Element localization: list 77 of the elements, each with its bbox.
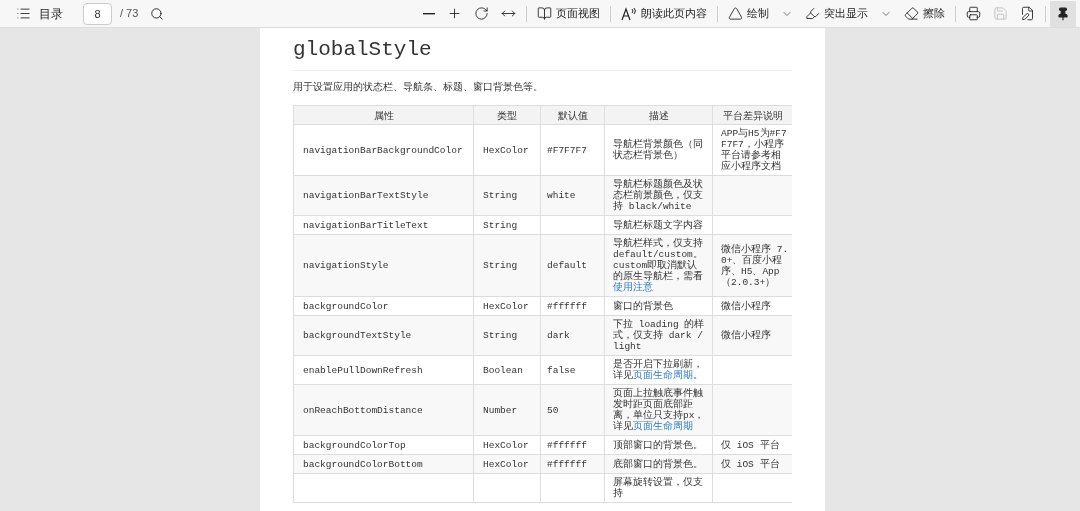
highlighter-icon	[805, 6, 820, 21]
draw-button[interactable]: 绘制	[722, 1, 799, 26]
zoom-out-icon	[423, 12, 435, 15]
table-cell: #ffffff	[540, 435, 605, 455]
table-cell: String	[473, 215, 541, 235]
intro-text: 用于设置应用的状态栏、导航条、标题、窗口背景色等。	[293, 81, 544, 93]
table-cell: navigationBarTextStyle	[293, 175, 474, 216]
table-cell: navigationStyle	[293, 234, 474, 297]
table-cell: HexColor	[473, 454, 541, 474]
pin-icon	[1056, 6, 1070, 21]
rotate-icon	[474, 6, 489, 21]
table-cell: dark	[540, 315, 605, 356]
column-header: 类型	[473, 105, 541, 125]
table-cell: String	[473, 234, 541, 297]
page-number-field[interactable]: 8	[83, 2, 112, 25]
table-cell: backgroundTextStyle	[293, 315, 474, 356]
column-header: 平台差异说明	[712, 105, 792, 125]
table-cell: HexColor	[473, 296, 541, 316]
triangle-pen-icon	[728, 6, 743, 21]
table-cell: 窗口的背景色	[604, 296, 713, 316]
table-cell: default	[540, 234, 605, 297]
highlight-button[interactable]: 突出显示	[799, 1, 898, 26]
print-icon	[966, 6, 981, 21]
link[interactable]: 页面生命周期	[633, 370, 693, 381]
table-cell	[540, 473, 605, 503]
table-cell: backgroundColorTop	[293, 435, 474, 455]
table-cell: String	[473, 175, 541, 216]
table-cell: 导航栏标题颜色及状态栏前景颜色，仅支持 black/white	[604, 175, 713, 216]
read-aloud-button[interactable]: 朗读此页内容	[615, 1, 713, 26]
table-cell: 底部窗口的背景色。	[604, 454, 713, 474]
erase-button[interactable]: 擦除	[898, 1, 951, 26]
save-icon	[993, 6, 1008, 21]
table-cell: HexColor	[473, 435, 541, 455]
book-icon	[537, 6, 552, 21]
table-cell: APP与H5为#F7F7F7，小程序平台请参考相应小程序文档	[712, 124, 792, 176]
pin-button[interactable]	[1050, 0, 1076, 27]
column-header: 属性	[293, 105, 474, 125]
table-cell: onReachBottomDistance	[293, 384, 474, 436]
table-cell: 导航栏背景颜色（同状态栏背景色）	[604, 124, 713, 176]
pageview-button[interactable]: 页面视图	[531, 1, 606, 26]
table-cell: backgroundColorBottom	[293, 454, 474, 474]
table-cell: navigationBarTitleText	[293, 215, 474, 235]
eraser-icon	[904, 6, 919, 21]
read-aloud-icon	[621, 6, 637, 21]
table-cell: navigationBarBackgroundColor	[293, 124, 474, 176]
table-cell: Number	[473, 384, 541, 436]
column-header: 默认值	[540, 105, 605, 125]
table-cell: #F7F7F7	[540, 124, 605, 176]
table-cell: 页面上拉触底事件触发时距页面底部距离，单位只支持px，详见页面生命周期	[604, 384, 713, 436]
table-of-contents-button[interactable]: 目录	[12, 1, 67, 26]
table-cell: 50	[540, 384, 605, 436]
column-header: 描述	[604, 105, 713, 125]
link[interactable]: 使用注意	[613, 282, 653, 293]
table-cell: 导航栏标题文字内容	[604, 215, 713, 235]
table-cell: String	[473, 315, 541, 356]
table-cell: enablePullDownRefresh	[293, 355, 474, 385]
page-total: / 73	[120, 6, 139, 22]
zoom-in-icon	[447, 6, 462, 21]
link[interactable]: 页面生命周期	[633, 421, 693, 432]
list-icon	[16, 6, 31, 21]
table-cell: backgroundColor	[293, 296, 474, 316]
table-cell: #ffffff	[540, 296, 605, 316]
table-cell: Boolean	[473, 355, 541, 385]
table-cell: false	[540, 355, 605, 385]
page-heading: globalStyle	[293, 36, 792, 71]
table-cell: 顶部窗口的背景色。	[604, 435, 713, 455]
table-cell: 下拉 loading 的样式，仅支持 dark / light	[604, 315, 713, 356]
table-cell: 导航栏样式，仅支持default/custom。custom即取消默认的原生导航栏，需看 使用注意	[604, 234, 713, 297]
table-cell: white	[540, 175, 605, 216]
table-cell: 是否开启下拉刷新，详见页面生命周期。	[604, 355, 713, 385]
table-cell	[540, 215, 605, 235]
table-cell: #ffffff	[540, 454, 605, 474]
table-cell: HexColor	[473, 124, 541, 176]
table-cell: 屏幕旋转设置，仅支持	[604, 473, 713, 503]
search-icon	[150, 6, 165, 21]
save-as-icon	[1020, 6, 1035, 21]
table-cell	[473, 473, 541, 503]
